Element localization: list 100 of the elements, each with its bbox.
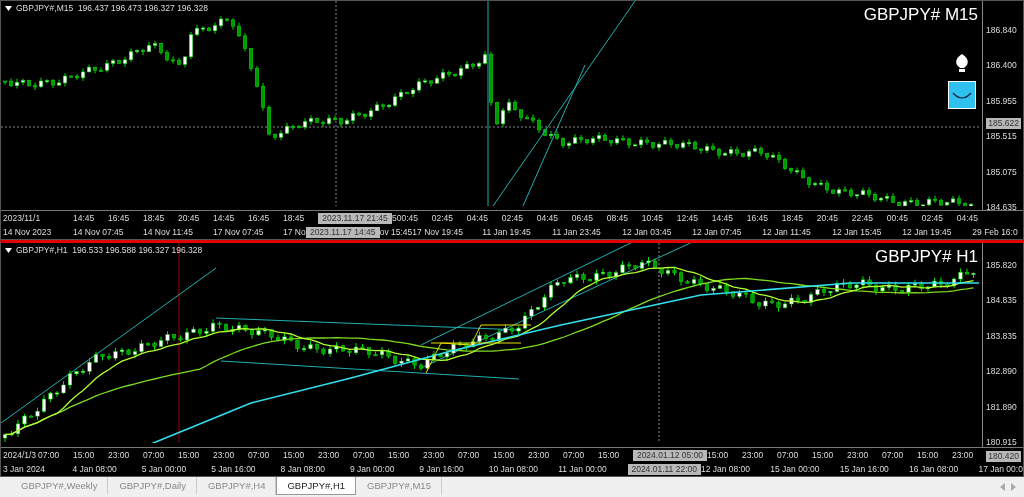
time-axis-label: 15:00 xyxy=(493,450,516,460)
time-axis-label: 11 Jan 23:45 xyxy=(552,227,602,237)
cursor-time-label: 2023.11.17 21:45 xyxy=(318,212,392,224)
time-axis-label: 11 Jan 19:45 xyxy=(482,227,532,237)
time-axis-label: 15:00 xyxy=(73,450,96,460)
time-axis-label: 29 Feb 16:0 xyxy=(972,227,1018,237)
time-axis-label: 07:00 xyxy=(777,450,800,460)
time-axis-label: 23:00 xyxy=(528,450,551,460)
time-axis-label: 18:45 xyxy=(143,213,166,223)
time-axis-label: 14:45 xyxy=(213,213,236,223)
time-axis-label: 9 Jan 00:00 xyxy=(349,464,396,474)
time-axis-label: 07:00 xyxy=(353,450,376,460)
cursor-time-label: 2024.01.11 22:00 xyxy=(627,463,701,475)
time-axis-label: 12 Jan 15:45 xyxy=(832,227,883,237)
time-axis-label: 12 Jan 08:00 xyxy=(700,464,752,474)
time-axis-label: 17 Nov 07:45 xyxy=(213,227,265,237)
time-axis-label: 04:45 xyxy=(466,213,489,223)
time-axis-label: 16:45 xyxy=(108,213,131,223)
time-axis-label: 23:00 xyxy=(423,450,446,460)
time-axis-label: 02:45 xyxy=(921,213,944,223)
time-axis-label: 15:00 xyxy=(707,450,730,460)
chart-tab[interactable]: GBPJPY#,M15 xyxy=(356,477,442,495)
time-axis-label: 20:45 xyxy=(178,213,201,223)
time-axis-label: 17 No xyxy=(283,227,306,237)
time-axis-label: 14 Nov 07:45 xyxy=(73,227,125,237)
time-axis-label: 16:45 xyxy=(746,213,769,223)
chart-tab[interactable]: GBPJPY#,Daily xyxy=(108,477,197,495)
time-axis-label: 18:45 xyxy=(781,213,804,223)
time-axis-label: 04:45 xyxy=(956,213,979,223)
chart-tab[interactable]: GBPJPY#,Weekly xyxy=(10,477,109,495)
price-axis-label: 186.400 xyxy=(985,59,1018,72)
time-axis-label: 15:00 xyxy=(812,450,835,460)
cursor-price-label: 180.420 xyxy=(986,451,1021,462)
time-axis-label: 2024/1/3 xyxy=(3,450,38,460)
time-axis-label: 14 Nov 11:45 xyxy=(143,227,194,237)
time-axis-label: 12:45 xyxy=(676,213,699,223)
time-axis-label: 15:00 xyxy=(178,450,201,460)
price-axis-label: 182.890 xyxy=(985,365,1018,378)
time-axis-label: 3 Jan 2024 xyxy=(3,464,47,474)
time-axis-label: 00:45 xyxy=(396,213,419,223)
time-axis-label: 23:00 xyxy=(742,450,765,460)
time-axis-label: 15:00 xyxy=(388,450,411,460)
chart-title: GBPJPY# M15 xyxy=(863,5,978,25)
time-axis-label: 15:00 xyxy=(598,450,621,460)
time-axis-label: 2023/11/1 xyxy=(3,213,42,223)
time-axis-label: 06:45 xyxy=(571,213,594,223)
cursor-price-label: 185.622 xyxy=(986,118,1021,129)
time-axis-label: 23:00 xyxy=(847,450,870,460)
time-axis-label: 02:45 xyxy=(501,213,524,223)
time-axis-label: 14 Nov 2023 xyxy=(3,227,53,237)
time-axis-label: 23:00 xyxy=(318,450,341,460)
price-axis-label: 183.835 xyxy=(985,329,1018,342)
time-axis-label: 07:00 xyxy=(38,450,61,460)
time-axis-label: 22:45 xyxy=(851,213,874,223)
time-axis-label: 16:45 xyxy=(248,213,271,223)
price-axis-label: 184.835 xyxy=(985,294,1018,307)
time-axis-label: 23:00 xyxy=(213,450,236,460)
chart-title: GBPJPY# H1 xyxy=(875,247,978,267)
time-axis-label: 5 xyxy=(392,213,397,223)
price-axis-label: 185.820 xyxy=(985,259,1018,271)
chart-symbol-info: GBPJPY#,H1 196.533 196.588 196.327 196.328 xyxy=(16,245,203,255)
time-axis-label: 4 Jan 08:00 xyxy=(72,464,118,474)
time-axis-label: 07:00 xyxy=(882,450,905,460)
time-axis-label: 07:00 xyxy=(248,450,271,460)
time-axis-label: 00:45 xyxy=(886,213,909,223)
time-axis-label: 23:00 xyxy=(108,450,131,460)
time-axis-label: 08:45 xyxy=(606,213,629,223)
chart-symbol-info: GBPJPY#,M15 196.437 196.473 196.327 196.328 xyxy=(16,3,208,13)
time-axis-label: 12 Jan 07:45 xyxy=(692,227,743,237)
time-axis-label: 12 Jan 11:45 xyxy=(762,227,812,237)
time-axis-label: 18:45 xyxy=(283,213,306,223)
time-axis-label: 14:45 xyxy=(73,213,96,223)
price-axis-label: 180.915 xyxy=(985,435,1018,448)
price-axis-label: 185.075 xyxy=(985,165,1018,178)
price-axis-label: 185.515 xyxy=(985,130,1018,143)
time-axis-label: 9 Jan 16:00 xyxy=(419,464,465,474)
time-axis-label: 23:00 xyxy=(952,450,975,460)
time-axis-label: 10:45 xyxy=(641,213,664,223)
price-axis-label: 184.635 xyxy=(985,200,1018,213)
price-axis-label: 181.890 xyxy=(985,400,1018,413)
time-axis-label: 11 Jan 00:00 xyxy=(558,464,608,474)
time-axis-label: 17 Jan 00:0 xyxy=(978,464,1023,474)
time-axis-label: 15:00 xyxy=(283,450,306,460)
time-axis-label: 5 Jan 16:00 xyxy=(211,464,257,474)
price-axis-label: 185.955 xyxy=(985,94,1018,107)
time-axis-label: 16 Jan 08:00 xyxy=(909,464,960,474)
time-axis-label: 12 Jan 19:45 xyxy=(902,227,953,237)
time-axis-label: 12 Jan 03:45 xyxy=(622,227,673,237)
time-axis-label: ov 15:45 xyxy=(379,227,413,237)
time-axis-label: 07:00 xyxy=(563,450,586,460)
time-axis-label: 15 Jan 00:00 xyxy=(770,464,821,474)
time-axis-label: 17 Nov 19:45 xyxy=(412,227,464,237)
time-axis-label: 15:00 xyxy=(917,450,940,460)
time-axis-label: 20:45 xyxy=(816,213,839,223)
time-axis-label: 07:00 xyxy=(143,450,166,460)
time-axis-label: 02:45 xyxy=(431,213,454,223)
time-axis-label: 14:45 xyxy=(711,213,734,223)
time-axis-label: 8 Jan 08:00 xyxy=(280,464,326,474)
price-axis-label: 186.840 xyxy=(985,24,1018,36)
chart-tab[interactable]: GBPJPY#,H1 xyxy=(276,477,357,495)
